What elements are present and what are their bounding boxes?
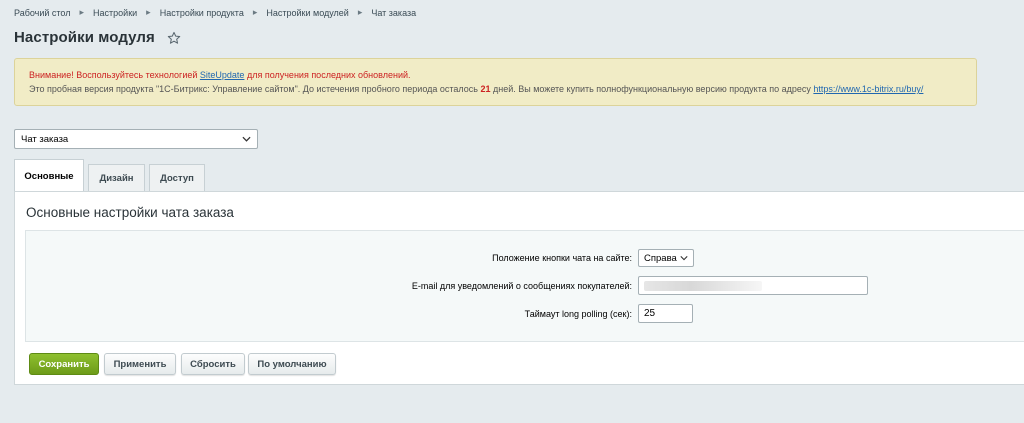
breadcrumb: Рабочий стол ▸ Настройки ▸ Настройки про… xyxy=(14,7,416,18)
breadcrumb-item-settings[interactable]: Настройки xyxy=(93,8,137,18)
warning-text: Внимание! Воспользуйтесь технологией xyxy=(29,70,200,80)
tab-design[interactable]: Дизайн xyxy=(88,164,145,192)
trial-notice: Внимание! Воспользуйтесь технологией Sit… xyxy=(14,58,977,106)
button-position-select[interactable]: Справа xyxy=(638,249,694,267)
breadcrumb-separator-icon: ▸ xyxy=(146,7,151,17)
default-button[interactable]: По умолчанию xyxy=(248,353,336,375)
breadcrumb-item-order-chat[interactable]: Чат заказа xyxy=(371,8,416,18)
timeout-label: Таймаут long polling (сек): xyxy=(524,309,632,319)
email-field[interactable] xyxy=(638,276,868,295)
breadcrumb-item-module-settings[interactable]: Настройки модулей xyxy=(266,8,348,18)
warning-text-suffix: для получения последних обновлений. xyxy=(244,70,411,80)
email-label: E-mail для уведомлений о сообщениях поку… xyxy=(411,281,632,291)
apply-button[interactable]: Применить xyxy=(104,353,176,375)
buy-link[interactable]: https://www.1c-bitrix.ru/buy/ xyxy=(813,84,923,94)
breadcrumb-separator-icon: ▸ xyxy=(252,7,258,17)
favorite-star-icon[interactable] xyxy=(167,31,181,45)
chevron-down-icon xyxy=(242,136,251,142)
trial-text: Это пробная версия продукта "1С-Битрикс:… xyxy=(29,84,481,94)
siteupdate-link[interactable]: SiteUpdate xyxy=(200,70,245,80)
title-row: Настройки модуля xyxy=(14,29,181,46)
settings-form: Положение кнопки чата на сайте: Справа E… xyxy=(25,230,1024,342)
section-title: Основные настройки чата заказа xyxy=(26,205,234,220)
page-title: Настройки модуля xyxy=(14,29,155,46)
module-select-value: Чат заказа xyxy=(21,133,69,145)
breadcrumb-item-desktop[interactable]: Рабочий стол xyxy=(14,8,71,18)
trial-message: Это пробная версия продукта "1С-Битрикс:… xyxy=(29,82,964,96)
timeout-input[interactable]: 25 xyxy=(638,304,693,323)
button-position-label: Положение кнопки чата на сайте: xyxy=(492,253,632,263)
update-warning: Внимание! Воспользуйтесь технологией Sit… xyxy=(29,68,964,82)
reset-button[interactable]: Сбросить xyxy=(181,353,245,375)
tab-main[interactable]: Основные xyxy=(14,159,84,192)
module-select[interactable]: Чат заказа xyxy=(14,129,258,149)
settings-panel: Основные настройки чата заказа Положение… xyxy=(14,191,1024,385)
redacted-email-blur xyxy=(644,281,762,291)
tab-access[interactable]: Доступ xyxy=(149,164,205,192)
timeout-value: 25 xyxy=(644,308,656,319)
trial-days-count: 21 xyxy=(480,84,491,94)
save-button[interactable]: Сохранить xyxy=(29,353,99,375)
button-position-value: Справа xyxy=(644,252,677,264)
breadcrumb-separator-icon: ▸ xyxy=(79,7,85,17)
breadcrumb-separator-icon: ▸ xyxy=(357,7,363,17)
trial-text-suffix: дней. Вы можете купить полнофункциональн… xyxy=(490,84,814,94)
chevron-down-icon xyxy=(680,256,688,261)
tab-bar: Основные Дизайн Доступ xyxy=(14,159,209,192)
breadcrumb-item-product-settings[interactable]: Настройки продукта xyxy=(160,8,244,18)
